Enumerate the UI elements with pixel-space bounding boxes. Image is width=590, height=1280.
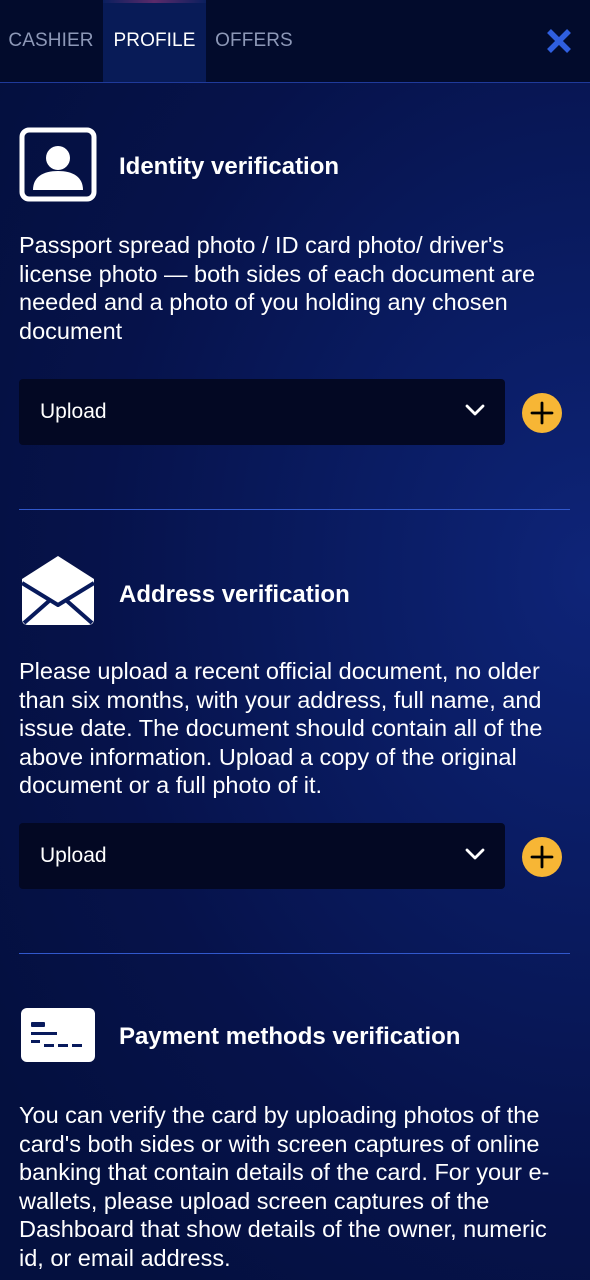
upload-label: Upload [40,844,107,867]
close-icon[interactable] [546,28,572,54]
plus-icon [530,845,554,869]
envelope-icon [19,553,97,627]
upload-dropdown[interactable]: Upload [19,379,505,445]
section-description: Please upload a recent official document… [19,658,543,799]
section-title: Payment methods verification [119,1023,461,1050]
upload-label: Upload [40,400,107,423]
top-tab-bar: CASHIER PROFILE OFFERS [0,0,590,83]
section-title: Identity verification [119,153,340,180]
tab-offers[interactable]: OFFERS [206,0,302,82]
plus-icon [530,401,554,425]
section-title: Address verification [119,581,350,608]
chevron-down-icon [465,403,485,417]
tab-profile[interactable]: PROFILE [103,0,206,82]
add-upload-button[interactable] [522,393,562,433]
section-description: Passport spread photo / ID card photo/ d… [19,232,536,344]
upload-dropdown[interactable]: Upload [19,823,505,889]
section-divider [19,953,570,954]
chevron-down-icon [465,847,485,861]
id-card-icon [19,127,97,202]
add-upload-button[interactable] [522,837,562,877]
section-description: You can verify the card by uploading pho… [19,1102,550,1271]
section-divider [19,509,570,510]
tab-cashier[interactable]: CASHIER [0,0,102,82]
payment-card-icon [19,1006,97,1080]
